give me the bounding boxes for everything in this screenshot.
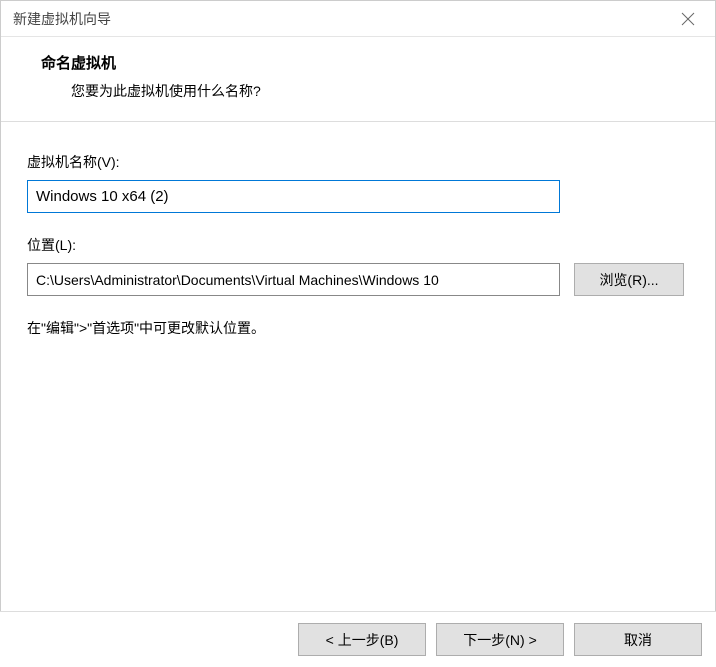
vm-name-group: 虚拟机名称(V): [27, 152, 689, 213]
cancel-button[interactable]: 取消 [574, 623, 702, 656]
location-label: 位置(L): [27, 235, 689, 255]
location-input[interactable] [27, 263, 560, 296]
wizard-header: 命名虚拟机 您要为此虚拟机使用什么名称? [1, 37, 715, 122]
close-icon [681, 12, 695, 26]
next-button[interactable]: 下一步(N) > [436, 623, 564, 656]
location-group: 位置(L): 浏览(R)... [27, 235, 689, 296]
hint-text: 在"编辑">"首选项"中可更改默认位置。 [27, 318, 689, 338]
wizard-footer: < 上一步(B) 下一步(N) > 取消 [0, 611, 716, 667]
back-button[interactable]: < 上一步(B) [298, 623, 426, 656]
vm-name-label: 虚拟机名称(V): [27, 152, 689, 172]
titlebar: 新建虚拟机向导 [1, 1, 715, 37]
content-area: 虚拟机名称(V): 位置(L): 浏览(R)... 在"编辑">"首选项"中可更… [1, 122, 715, 338]
close-button[interactable] [673, 4, 703, 34]
wizard-subheading: 您要为此虚拟机使用什么名称? [31, 81, 685, 101]
window-title: 新建虚拟机向导 [13, 9, 111, 29]
browse-button[interactable]: 浏览(R)... [574, 263, 684, 296]
vm-name-input[interactable] [27, 180, 560, 213]
location-row: 浏览(R)... [27, 263, 689, 296]
wizard-heading: 命名虚拟机 [31, 52, 685, 73]
